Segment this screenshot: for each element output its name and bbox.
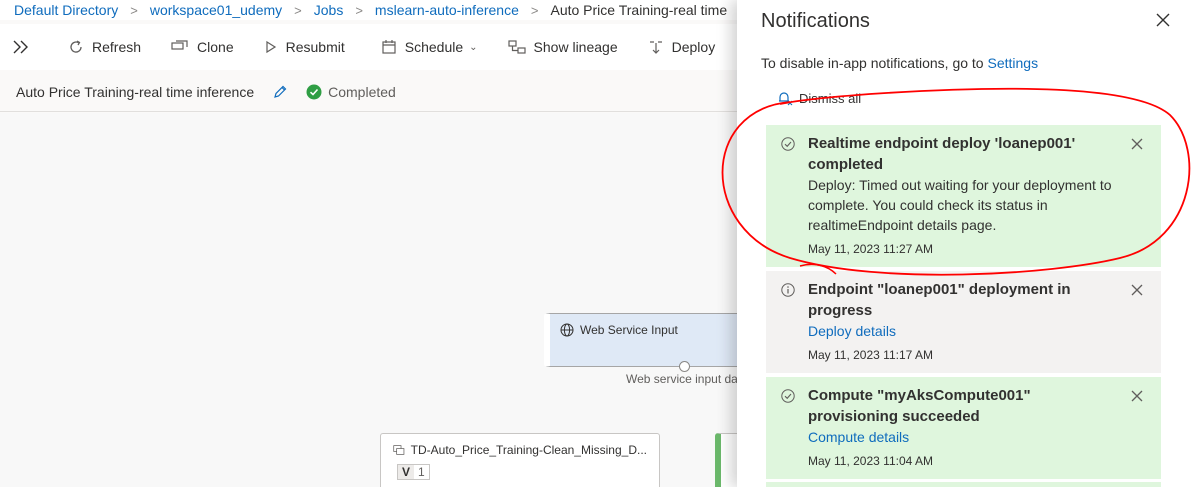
version-number: 1 <box>418 465 425 479</box>
close-icon[interactable] <box>1130 137 1144 151</box>
chevron-down-icon: ⌄ <box>469 41 478 53</box>
notifications-info-text: To disable in-app notifications, go to <box>761 55 984 71</box>
web-service-input-node[interactable]: Web Service Input <box>544 313 744 367</box>
refresh-label: Refresh <box>92 39 142 55</box>
dataset-icon <box>393 445 405 455</box>
calendar-icon <box>382 40 396 54</box>
notification-title: Endpoint "loanep001" deployment in progr… <box>808 281 1071 319</box>
pencil-icon[interactable] <box>272 84 288 100</box>
notification-time: May 11, 2023 11:04 AM <box>808 454 933 468</box>
notification-title: Realtime endpoint deploy 'loanep001' com… <box>808 135 1076 173</box>
job-title: Auto Price Training-real time inference <box>16 83 255 100</box>
schedule-label: Schedule <box>404 39 464 55</box>
clone-icon <box>171 40 188 50</box>
job-status: Completed <box>306 84 396 100</box>
breadcrumb-item-directory[interactable]: Default Directory <box>14 2 118 18</box>
breadcrumb-item-jobs[interactable]: Jobs <box>314 2 344 18</box>
clone-button[interactable]: Clone <box>171 39 234 55</box>
notification-title: Compute "myAksCompute001" provisioning s… <box>808 387 1031 425</box>
breadcrumb-item-current: Auto Price Training-real time <box>550 2 728 18</box>
breadcrumb-item-workspace[interactable]: workspace01_udemy <box>150 2 282 18</box>
globe-icon <box>560 323 574 337</box>
notification-card[interactable]: Endpoint "loanep001" deployment in progr… <box>766 271 1161 373</box>
show-lineage-button[interactable]: Show lineage <box>507 39 618 55</box>
breadcrumb-separator: > <box>355 2 363 18</box>
notification-body: Deploy: Timed out waiting for your deplo… <box>808 177 1112 233</box>
dismiss-all-button[interactable]: Dismiss all <box>777 90 861 106</box>
breadcrumb: Default Directory > workspace01_udemy > … <box>0 0 740 20</box>
dataset-node[interactable]: TD-Auto_Price_Training-Clean_Missing_D..… <box>380 433 660 487</box>
notification-card[interactable]: Realtime endpoint deploy 'loanep001' com… <box>766 125 1161 267</box>
job-title-bar: Auto Price Training-real time inference … <box>0 72 740 112</box>
lineage-icon <box>507 40 526 54</box>
show-lineage-label: Show lineage <box>533 39 618 55</box>
refresh-button[interactable]: Refresh <box>68 39 141 55</box>
breadcrumb-separator: > <box>530 2 539 18</box>
notifications-title: Notifications <box>761 10 870 32</box>
dismiss-all-icon <box>779 92 793 106</box>
check-circle-icon <box>306 84 322 99</box>
notification-card[interactable]: Compute "myAksCompute001" provisioning s… <box>766 377 1161 479</box>
notifications-panel: Notifications To disable in-app notifica… <box>737 0 1196 487</box>
compute-details-link[interactable]: Compute details <box>808 427 1121 447</box>
notification-card-partial <box>766 482 1161 487</box>
version-letter: V <box>398 465 415 479</box>
refresh-icon <box>70 40 82 53</box>
toolbar: Refresh Clone Resubmit Schedule ⌄ Show l… <box>0 24 740 70</box>
job-status-label: Completed <box>328 83 396 100</box>
breadcrumb-item-experiment[interactable]: mslearn-auto-inference <box>375 2 519 18</box>
version-badge: V 1 <box>397 464 430 480</box>
check-circle-icon <box>781 137 795 151</box>
port-label: Web service input da <box>626 372 738 386</box>
breadcrumb-separator: > <box>130 2 138 18</box>
notifications-info: To disable in-app notifications, go to S… <box>761 55 1038 71</box>
settings-link[interactable]: Settings <box>987 55 1038 71</box>
dismiss-all-label: Dismiss all <box>799 90 862 106</box>
check-circle-icon <box>781 389 795 403</box>
deploy-label: Deploy <box>671 39 716 55</box>
resubmit-label: Resubmit <box>285 39 345 55</box>
info-icon <box>781 283 795 297</box>
output-port[interactable] <box>679 361 690 372</box>
deploy-icon <box>649 41 662 54</box>
expand-nav-button[interactable] <box>12 39 38 55</box>
resubmit-button[interactable]: Resubmit <box>264 39 345 55</box>
breadcrumb-separator: > <box>294 2 302 18</box>
play-icon <box>266 40 276 54</box>
deploy-button[interactable]: Deploy <box>648 39 716 55</box>
dataset-node-title: TD-Auto_Price_Training-Clean_Missing_D..… <box>410 443 647 457</box>
pipeline-canvas[interactable] <box>0 113 740 487</box>
notification-time: May 11, 2023 11:27 AM <box>808 242 933 256</box>
web-service-input-label: Web Service Input <box>580 323 678 337</box>
notification-time: May 11, 2023 11:17 AM <box>808 348 933 362</box>
close-icon[interactable] <box>1153 10 1173 30</box>
double-chevron-right-icon <box>13 40 28 54</box>
clone-label: Clone <box>197 39 234 55</box>
close-icon[interactable] <box>1130 389 1144 403</box>
deploy-details-link[interactable]: Deploy details <box>808 321 1121 341</box>
close-icon[interactable] <box>1130 283 1144 297</box>
schedule-button[interactable]: Schedule ⌄ <box>381 39 478 55</box>
